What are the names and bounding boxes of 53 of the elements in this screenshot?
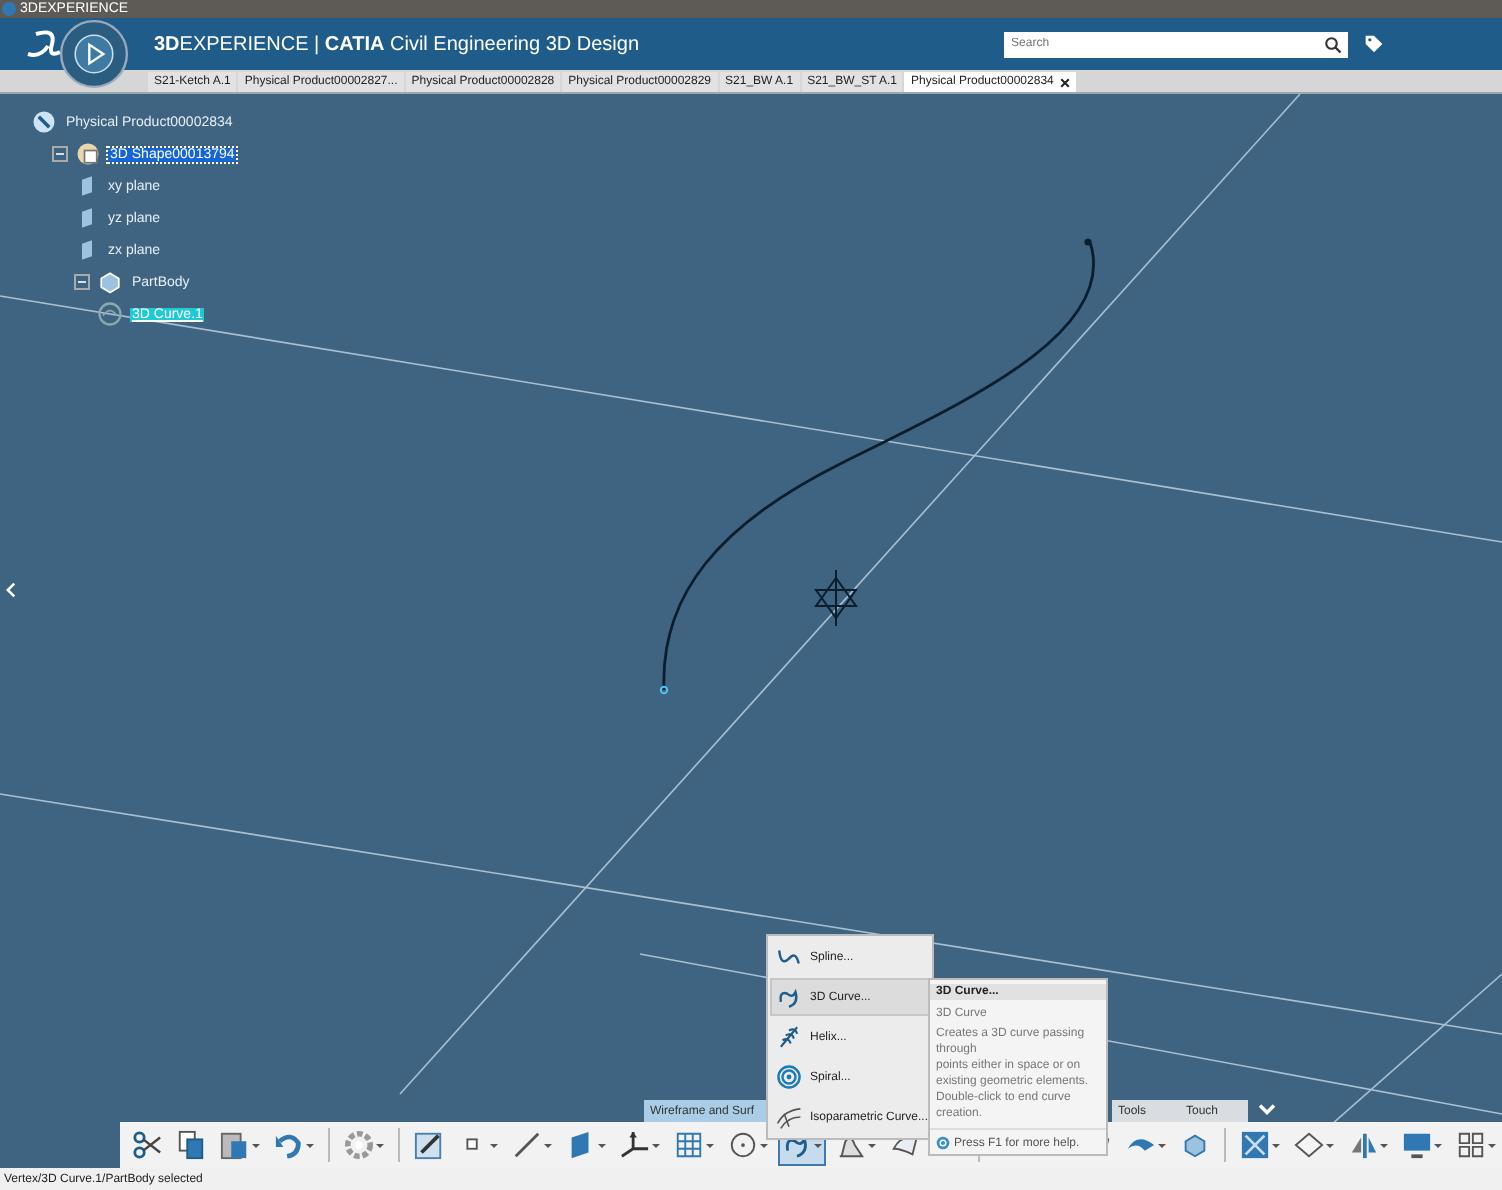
- screen-icon: [1402, 1130, 1432, 1160]
- copy-icon: [176, 1130, 206, 1160]
- product-icon: [30, 108, 58, 136]
- grid4-icon: [1456, 1130, 1486, 1160]
- logo-icon: [24, 28, 64, 60]
- axis-icon: [620, 1130, 650, 1160]
- spiral-icon: [776, 1064, 802, 1090]
- collapse-toggle[interactable]: [52, 146, 68, 162]
- undo-icon: [274, 1130, 304, 1160]
- caret-icon[interactable]: [1380, 1141, 1388, 1149]
- help-icon: [936, 1136, 950, 1150]
- caret-icon[interactable]: [376, 1141, 384, 1149]
- circle-icon: [728, 1130, 758, 1160]
- caret-icon[interactable]: [1488, 1141, 1496, 1149]
- mirror-icon: [1348, 1130, 1378, 1160]
- caret-icon[interactable]: [1158, 1141, 1166, 1149]
- grid-icon: [674, 1130, 704, 1160]
- chevron-left-icon[interactable]: [6, 582, 16, 598]
- curve-icon: [776, 984, 802, 1010]
- spline-icon: [776, 944, 802, 970]
- caret-icon[interactable]: [252, 1141, 260, 1149]
- diamond-icon: [1294, 1130, 1324, 1160]
- app-title: 3DEXPERIENCE | CATIA Civil Engineering 3D Design: [154, 33, 640, 55]
- body-icon: [96, 268, 124, 296]
- caret-icon[interactable]: [1326, 1141, 1334, 1149]
- solid-icon: [1180, 1130, 1210, 1160]
- collapse-toggle[interactable]: [74, 274, 90, 290]
- caret-icon[interactable]: [598, 1141, 606, 1149]
- caret-icon[interactable]: [306, 1141, 314, 1149]
- search-button[interactable]: [1319, 31, 1348, 57]
- gear-icon: [344, 1130, 374, 1160]
- pattern-icon: [1240, 1130, 1270, 1160]
- shape-icon: [74, 140, 102, 168]
- caret-icon[interactable]: [652, 1141, 660, 1149]
- axis-system-icon[interactable]: [815, 569, 858, 627]
- caret-icon[interactable]: [1434, 1141, 1442, 1149]
- 3d-viewport[interactable]: [0, 94, 1502, 1168]
- app-icon: [2, 2, 16, 16]
- caret-icon[interactable]: [1272, 1141, 1280, 1149]
- caret-icon[interactable]: [544, 1141, 552, 1149]
- close-icon[interactable]: [1059, 77, 1070, 87]
- paste-icon: [220, 1130, 250, 1160]
- caret-icon[interactable]: [706, 1141, 714, 1149]
- tag-icon[interactable]: [1363, 34, 1384, 54]
- caret-icon[interactable]: [490, 1141, 498, 1149]
- iso-icon: [776, 1104, 802, 1130]
- line-icon: [512, 1130, 542, 1160]
- compass-icon[interactable]: [58, 18, 130, 90]
- caret-icon[interactable]: [760, 1141, 768, 1149]
- scissors-icon: [132, 1130, 162, 1160]
- helix-icon: [776, 1024, 802, 1050]
- curve-icon: [96, 300, 124, 328]
- sketch-icon: [414, 1130, 444, 1160]
